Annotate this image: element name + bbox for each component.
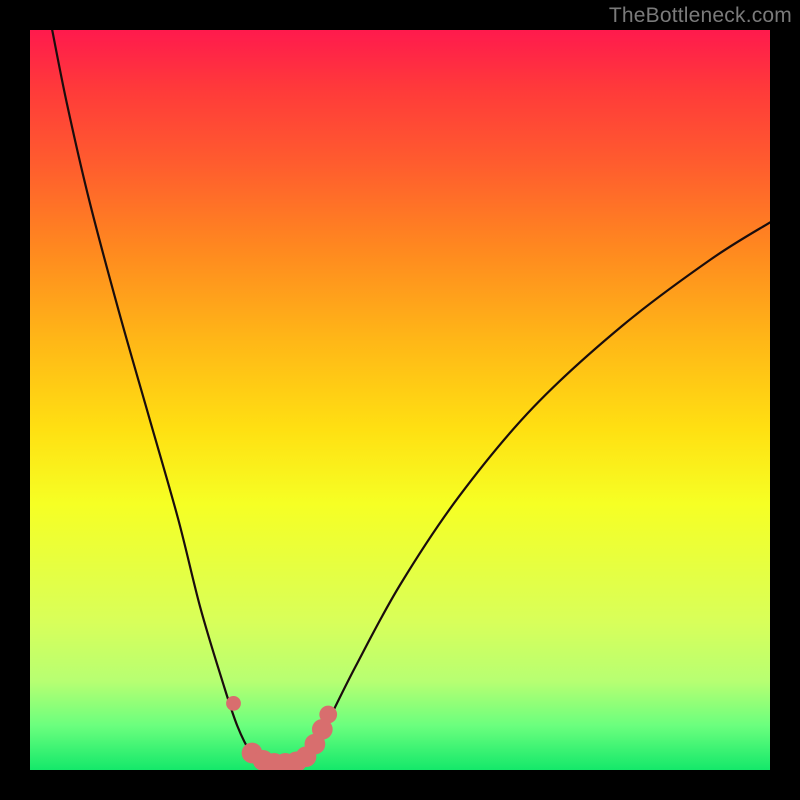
bottleneck-curve-svg — [30, 30, 770, 770]
curve-marker — [226, 696, 241, 711]
bottleneck-curve-path — [52, 30, 770, 768]
curve-markers — [226, 696, 337, 770]
watermark-text: TheBottleneck.com — [609, 4, 792, 28]
curve-marker — [319, 706, 337, 724]
chart-frame: TheBottleneck.com — [0, 0, 800, 800]
plot-area — [30, 30, 770, 770]
